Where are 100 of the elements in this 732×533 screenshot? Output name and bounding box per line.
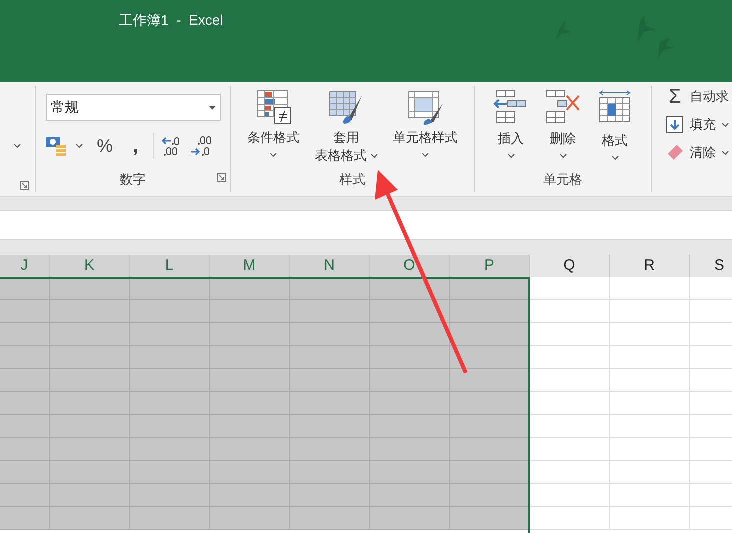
grid-cell[interactable] bbox=[0, 392, 50, 415]
grid-cell[interactable] bbox=[50, 507, 130, 530]
column-header[interactable]: J bbox=[0, 255, 50, 277]
grid-cell[interactable] bbox=[50, 438, 130, 461]
grid-cell[interactable] bbox=[370, 346, 450, 369]
grid-cell[interactable] bbox=[50, 415, 130, 438]
grid-cell[interactable] bbox=[370, 392, 450, 415]
style-gallery-button[interactable]: 条件格式 bbox=[239, 90, 308, 165]
grid-cell[interactable] bbox=[210, 484, 290, 507]
grid-cell[interactable] bbox=[210, 277, 290, 300]
grid-cell[interactable] bbox=[0, 346, 50, 369]
grid-cell[interactable] bbox=[450, 323, 530, 346]
grid-cell[interactable] bbox=[0, 461, 50, 484]
grid-cell[interactable] bbox=[610, 461, 690, 484]
grid-cell[interactable] bbox=[210, 438, 290, 461]
grid-cell[interactable] bbox=[370, 438, 450, 461]
grid-cell[interactable] bbox=[610, 346, 690, 369]
grid-cell[interactable] bbox=[530, 277, 610, 300]
percent-style-button[interactable]: % bbox=[97, 132, 114, 160]
grid-cell[interactable] bbox=[370, 369, 450, 392]
grid-cell[interactable] bbox=[370, 484, 450, 507]
grid-cell[interactable] bbox=[290, 300, 370, 323]
cells-button[interactable]: 插入 bbox=[487, 90, 535, 160]
grid-cell[interactable] bbox=[530, 415, 610, 438]
grid-cell[interactable] bbox=[450, 438, 530, 461]
grid-cell[interactable] bbox=[370, 300, 450, 323]
column-header[interactable]: L bbox=[130, 255, 210, 277]
grid-cell[interactable] bbox=[610, 415, 690, 438]
grid-cell[interactable] bbox=[50, 300, 130, 323]
grid-cell[interactable] bbox=[50, 346, 130, 369]
column-header[interactable]: S bbox=[690, 255, 732, 277]
grid-cell[interactable] bbox=[290, 507, 370, 530]
column-header[interactable]: M bbox=[210, 255, 290, 277]
grid-cell[interactable] bbox=[210, 461, 290, 484]
style-gallery-button[interactable]: 单元格样式 bbox=[385, 90, 466, 165]
grid-cell[interactable] bbox=[290, 438, 370, 461]
editing-button[interactable]: 清除 bbox=[666, 142, 729, 164]
column-header[interactable]: N bbox=[290, 255, 370, 277]
editing-button[interactable]: Σ 自动求 bbox=[666, 86, 729, 108]
grid-cell[interactable] bbox=[370, 461, 450, 484]
dialog-launcher-icon[interactable] bbox=[217, 172, 226, 182]
grid-cell[interactable] bbox=[290, 415, 370, 438]
grid-cell[interactable] bbox=[450, 346, 530, 369]
grid-cell[interactable] bbox=[450, 392, 530, 415]
grid-cell[interactable] bbox=[130, 438, 210, 461]
grid-cell[interactable] bbox=[130, 461, 210, 484]
grid-cell[interactable] bbox=[50, 461, 130, 484]
grid-cell[interactable] bbox=[130, 277, 210, 300]
grid-cell[interactable] bbox=[290, 461, 370, 484]
grid-cell[interactable] bbox=[210, 300, 290, 323]
grid-cell[interactable] bbox=[130, 507, 210, 530]
grid-cell[interactable] bbox=[50, 369, 130, 392]
grid-cell[interactable] bbox=[0, 507, 50, 530]
dialog-launcher-icon[interactable] bbox=[20, 181, 29, 190]
grid-cell[interactable] bbox=[530, 369, 610, 392]
grid-cell[interactable] bbox=[0, 277, 50, 300]
grid-cell[interactable] bbox=[50, 484, 130, 507]
editing-button[interactable]: 填充 bbox=[666, 114, 729, 136]
comma-style-button[interactable]: , bbox=[133, 136, 139, 156]
grid-cell[interactable] bbox=[50, 323, 130, 346]
grid-cell[interactable] bbox=[530, 461, 610, 484]
grid-cell[interactable] bbox=[210, 323, 290, 346]
grid-cell[interactable] bbox=[450, 369, 530, 392]
cells-button[interactable]: 删除 bbox=[539, 90, 587, 160]
grid-cell[interactable] bbox=[530, 346, 610, 369]
grid-cell[interactable] bbox=[0, 323, 50, 346]
grid-cell[interactable] bbox=[50, 277, 130, 300]
grid-cell[interactable] bbox=[530, 392, 610, 415]
grid-cell[interactable] bbox=[0, 484, 50, 507]
grid-cell[interactable] bbox=[130, 392, 210, 415]
grid-cell[interactable] bbox=[210, 415, 290, 438]
grid-cell[interactable] bbox=[130, 369, 210, 392]
grid-cell[interactable] bbox=[290, 484, 370, 507]
grid-cell[interactable] bbox=[0, 300, 50, 323]
grid-cell[interactable] bbox=[610, 323, 690, 346]
cells-button[interactable]: 格式 bbox=[591, 90, 639, 160]
grid-cell[interactable] bbox=[450, 415, 530, 438]
column-header[interactable]: R bbox=[610, 255, 690, 277]
grid-cell[interactable] bbox=[290, 323, 370, 346]
grid-cell[interactable] bbox=[130, 415, 210, 438]
column-header[interactable]: P bbox=[450, 255, 530, 277]
grid-cell[interactable] bbox=[610, 300, 690, 323]
grid-cell[interactable] bbox=[210, 507, 290, 530]
grid-cell[interactable] bbox=[130, 323, 210, 346]
grid-cell[interactable] bbox=[610, 369, 690, 392]
grid-cell[interactable] bbox=[530, 323, 610, 346]
increase-decimal-icon[interactable] bbox=[162, 135, 182, 157]
grid-cell[interactable] bbox=[530, 484, 610, 507]
grid-cell[interactable] bbox=[210, 392, 290, 415]
decrease-decimal-icon[interactable] bbox=[190, 135, 212, 157]
grid-cell[interactable] bbox=[0, 369, 50, 392]
grid-cell[interactable] bbox=[50, 392, 130, 415]
currency-icon[interactable] bbox=[46, 136, 68, 156]
grid-cell[interactable] bbox=[450, 461, 530, 484]
grid-cell[interactable] bbox=[370, 415, 450, 438]
grid-cell[interactable] bbox=[450, 484, 530, 507]
grid-cell[interactable] bbox=[0, 438, 50, 461]
grid-cell[interactable] bbox=[210, 369, 290, 392]
column-header[interactable]: K bbox=[50, 255, 130, 277]
grid-cell[interactable] bbox=[0, 415, 50, 438]
